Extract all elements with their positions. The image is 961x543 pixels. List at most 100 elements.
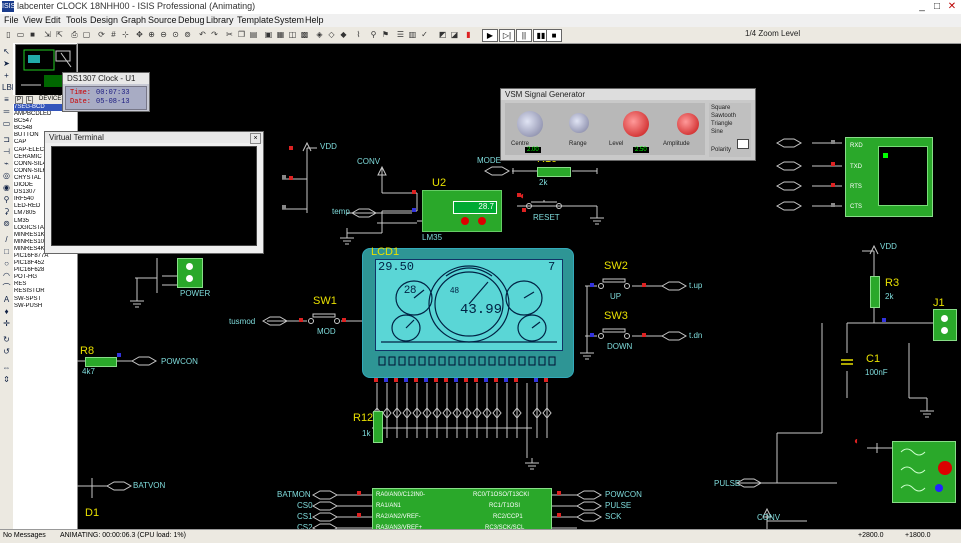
clock-window-title[interactable]: DS1307 Clock - U1 <box>63 73 149 84</box>
rotate-cw-icon[interactable]: ↻ <box>2 335 11 344</box>
zoom-out-icon[interactable]: ⊖ <box>158 29 169 40</box>
block-copy-icon[interactable]: ▣ <box>263 29 274 40</box>
waveform-sine[interactable]: Sine <box>711 129 723 135</box>
block-rotate-icon[interactable]: ◫ <box>287 29 298 40</box>
ares-icon[interactable]: ◩ <box>437 29 448 40</box>
terminal-icon[interactable]: ⊐ <box>2 135 11 144</box>
device-list-item[interactable]: AMPBCDLED <box>14 111 76 118</box>
design-explorer-icon[interactable]: ◪ <box>449 29 460 40</box>
property-icon[interactable]: ⚑ <box>380 29 391 40</box>
export-icon[interactable]: ⇱ <box>54 29 65 40</box>
pause-button[interactable]: || <box>516 29 532 42</box>
search-icon[interactable]: ⚲ <box>368 29 379 40</box>
grid-icon[interactable]: # <box>108 29 119 40</box>
area-icon[interactable]: ▢ <box>81 29 92 40</box>
marker-icon[interactable]: ✛ <box>2 319 11 328</box>
centre-amplitude-knob[interactable] <box>623 111 649 137</box>
zoom-in-icon[interactable]: ⊕ <box>146 29 157 40</box>
block-delete-icon[interactable]: ▩ <box>299 29 310 40</box>
new-icon[interactable]: ▯ <box>3 29 14 40</box>
device-list-item[interactable]: POT-HG <box>14 274 76 281</box>
r3-resistor[interactable] <box>870 276 880 308</box>
menu-graph[interactable]: Graph <box>121 15 146 25</box>
power-connector[interactable] <box>177 258 203 288</box>
sw1-pushbutton[interactable] <box>307 313 341 325</box>
line-icon[interactable]: / <box>2 235 11 244</box>
subcircuit-icon[interactable]: ▭ <box>2 119 11 128</box>
redraw-icon[interactable]: ⟳ <box>96 29 107 40</box>
pulse-sensor-module[interactable] <box>892 441 956 503</box>
c1-capacitor[interactable] <box>840 353 854 371</box>
bom-icon[interactable]: ▥ <box>407 29 418 40</box>
menu-system[interactable]: System <box>274 15 304 25</box>
menu-library[interactable]: Library <box>206 15 234 25</box>
device-list-item[interactable]: RES <box>14 281 76 288</box>
mirror-y-icon[interactable]: ⇕ <box>2 375 11 384</box>
menu-source[interactable]: Source <box>148 15 177 25</box>
sw2-pushbutton[interactable] <box>597 278 631 290</box>
reset-switch[interactable] <box>525 200 563 210</box>
wire-label-icon[interactable]: LBL <box>2 83 16 92</box>
box-icon[interactable]: □ <box>2 247 11 256</box>
virtual-terminal-window[interactable]: Virtual Terminal × <box>44 131 264 254</box>
pick-device-icon[interactable]: ◈ <box>314 29 325 40</box>
menu-tools[interactable]: Tools <box>66 15 87 25</box>
rotate-ccw-icon[interactable]: ↺ <box>2 347 11 356</box>
copy-icon[interactable]: ❐ <box>236 29 247 40</box>
circle-icon[interactable]: ○ <box>2 259 11 268</box>
voltage-probe-icon[interactable]: ⚲ <box>2 195 11 204</box>
u2-lm35[interactable]: 28.7 <box>422 190 502 232</box>
print-icon[interactable]: ⎙ <box>69 29 80 40</box>
paste-icon[interactable]: ▤ <box>248 29 259 40</box>
r12-resistor[interactable] <box>373 411 383 443</box>
menu-view[interactable]: View <box>23 15 42 25</box>
zoom-all-icon[interactable]: ⊙ <box>170 29 181 40</box>
vsm-signal-generator-window[interactable]: VSM Signal Generator Centre Range Level … <box>500 88 756 161</box>
waveform-triangle[interactable]: Triangle <box>711 121 732 127</box>
device-list-item[interactable]: PIC18F452 <box>14 260 76 267</box>
signal-generator-title[interactable]: VSM Signal Generator <box>501 89 755 100</box>
device-list-item[interactable]: SW-PUSH <box>14 303 76 310</box>
device-list-item[interactable]: PIC16F877A <box>14 253 76 260</box>
device-list-item[interactable]: PIC16F628 <box>14 267 76 274</box>
menu-edit[interactable]: Edit <box>45 15 61 25</box>
centre-frequency-knob[interactable] <box>517 111 543 137</box>
step-button[interactable]: ▷| <box>499 29 515 42</box>
waveform-sawtooth[interactable]: Sawtooth <box>711 113 736 119</box>
menu-debug[interactable]: Debug <box>178 15 205 25</box>
pin-icon[interactable]: ⊣ <box>2 147 11 156</box>
block-move-icon[interactable]: ▦ <box>275 29 286 40</box>
erc-icon[interactable]: ✓ <box>419 29 430 40</box>
import-icon[interactable]: ⇲ <box>42 29 53 40</box>
amplitude-range-knob[interactable] <box>677 113 699 135</box>
virtual-instrument-icon[interactable]: ⊚ <box>2 219 11 228</box>
stop-button[interactable]: ■ <box>546 29 562 42</box>
mirror-x-icon[interactable]: ⇔ <box>2 363 11 372</box>
status-messages[interactable]: No Messages <box>3 532 46 539</box>
package-icon[interactable]: ◆ <box>338 29 349 40</box>
pick-devices-button[interactable]: P <box>15 96 24 104</box>
save-icon[interactable]: ■ <box>27 29 38 40</box>
maximize-button[interactable]: □ <box>930 0 944 13</box>
r10-resistor[interactable] <box>537 167 571 177</box>
pic-microcontroller[interactable]: RA0/AN0/C12IN0- RA1/AN1 RA2/AN2/VREF- RA… <box>372 488 552 531</box>
arc-icon[interactable]: ◠ <box>2 271 11 280</box>
redo-icon[interactable]: ↷ <box>209 29 220 40</box>
polarity-toggle[interactable] <box>737 139 749 149</box>
current-probe-icon[interactable]: ⚳ <box>2 207 11 216</box>
menu-file[interactable]: File <box>4 15 19 25</box>
graph-icon[interactable]: ⌁ <box>2 159 11 168</box>
new-sheet-icon[interactable]: ▮ <box>463 29 474 40</box>
path-icon[interactable]: ⌒ <box>2 283 11 292</box>
text-icon[interactable]: A <box>2 295 11 304</box>
origin-icon[interactable]: ⊹ <box>120 29 131 40</box>
undo-icon[interactable]: ↶ <box>197 29 208 40</box>
close-button[interactable]: ✕ <box>945 0 959 13</box>
j1-connector[interactable] <box>933 309 957 341</box>
device-list-item[interactable]: RESISTOR <box>14 288 76 295</box>
r8-resistor[interactable] <box>85 357 117 367</box>
ds1307-clock-window[interactable]: DS1307 Clock - U1 Time: 00:07:33 Date: 0… <box>62 72 150 112</box>
frequency-range-knob[interactable] <box>569 113 589 133</box>
bus-icon[interactable]: ═ <box>2 107 11 116</box>
terminal-close-icon[interactable]: × <box>250 133 261 144</box>
